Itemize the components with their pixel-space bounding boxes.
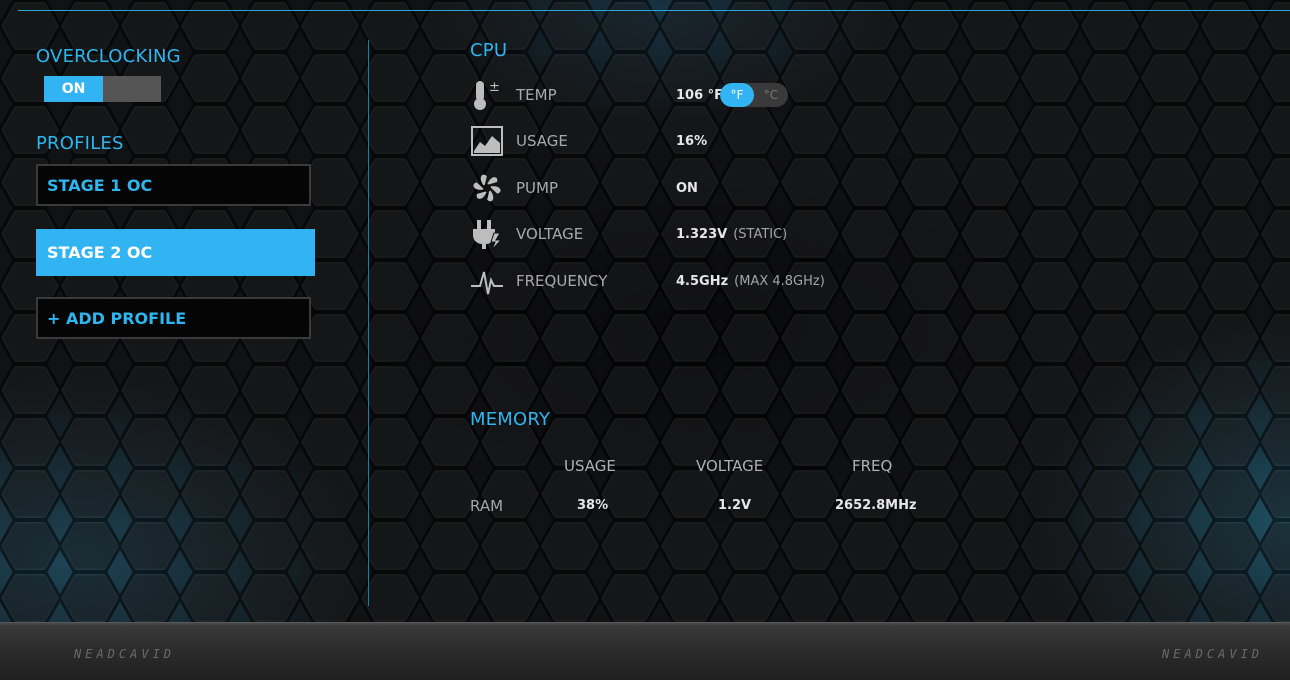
memory-heading: MEMORY xyxy=(470,409,551,430)
cpu-value: ON xyxy=(676,180,698,196)
profile-label: STAGE 1 OC xyxy=(47,175,153,195)
cpu-value: 1.323V (STATIC) xyxy=(676,226,788,242)
cpu-label: TEMP xyxy=(516,86,557,104)
footer-bar: NEADCAVID NEADCAVID xyxy=(0,622,1290,680)
cpu-label: FREQUENCY xyxy=(516,272,608,290)
cpu-row-frequency: FREQUENCY 4.5GHz (MAX 4.8GHz) xyxy=(470,263,825,299)
add-profile-label: + ADD PROFILE xyxy=(47,308,187,328)
profile-stage-1[interactable]: STAGE 1 OC xyxy=(36,164,311,206)
profile-label: STAGE 2 OC xyxy=(47,243,153,262)
cpu-value: 16% xyxy=(676,133,708,149)
vertical-divider xyxy=(368,40,369,606)
thermometer-icon: ± xyxy=(470,78,504,112)
memory-row-label: RAM xyxy=(470,497,504,515)
temp-unit-toggle[interactable]: °F °C xyxy=(720,83,788,107)
cpu-label: USAGE xyxy=(516,132,568,150)
memory-freq-value: 2652.8MHz xyxy=(835,498,917,513)
overclocking-heading: OVERCLOCKING xyxy=(36,46,181,67)
cpu-row-temp: ± TEMP 106 °F xyxy=(470,77,723,113)
fan-icon xyxy=(470,171,504,205)
power-plug-icon xyxy=(470,217,504,251)
unit-fahrenheit[interactable]: °F xyxy=(720,83,754,107)
cpu-value: 4.5GHz (MAX 4.8GHz) xyxy=(676,273,825,289)
memory-col-freq: FREQ xyxy=(852,457,893,475)
cpu-row-usage: USAGE 16% xyxy=(470,123,707,159)
add-profile-button[interactable]: + ADD PROFILE xyxy=(36,297,311,339)
svg-text:±: ± xyxy=(489,80,500,95)
profile-stage-2[interactable]: STAGE 2 OC xyxy=(36,229,315,276)
usage-graph-icon xyxy=(470,124,504,158)
cpu-label: PUMP xyxy=(516,179,559,197)
cpu-label: VOLTAGE xyxy=(516,225,584,243)
memory-voltage-value: 1.2V xyxy=(718,498,752,513)
overclocking-toggle[interactable]: ON xyxy=(44,76,161,102)
unit-celsius[interactable]: °C xyxy=(754,83,788,107)
top-divider xyxy=(18,10,1290,11)
memory-usage-value: 38% xyxy=(577,498,609,513)
pulse-icon xyxy=(470,264,504,298)
profiles-heading: PROFILES xyxy=(36,133,124,154)
footer-logo-right: NEADCAVID xyxy=(1162,647,1264,661)
cpu-row-pump: PUMP ON xyxy=(470,170,698,206)
footer-logo-left: NEADCAVID xyxy=(74,647,176,661)
cpu-value: 106 °F xyxy=(676,87,724,103)
cpu-row-voltage: VOLTAGE 1.323V (STATIC) xyxy=(470,216,787,252)
toggle-on-label: ON xyxy=(44,76,103,102)
cpu-heading: CPU xyxy=(470,40,508,61)
memory-col-usage: USAGE xyxy=(564,457,616,475)
memory-col-voltage: VOLTAGE xyxy=(696,457,764,475)
